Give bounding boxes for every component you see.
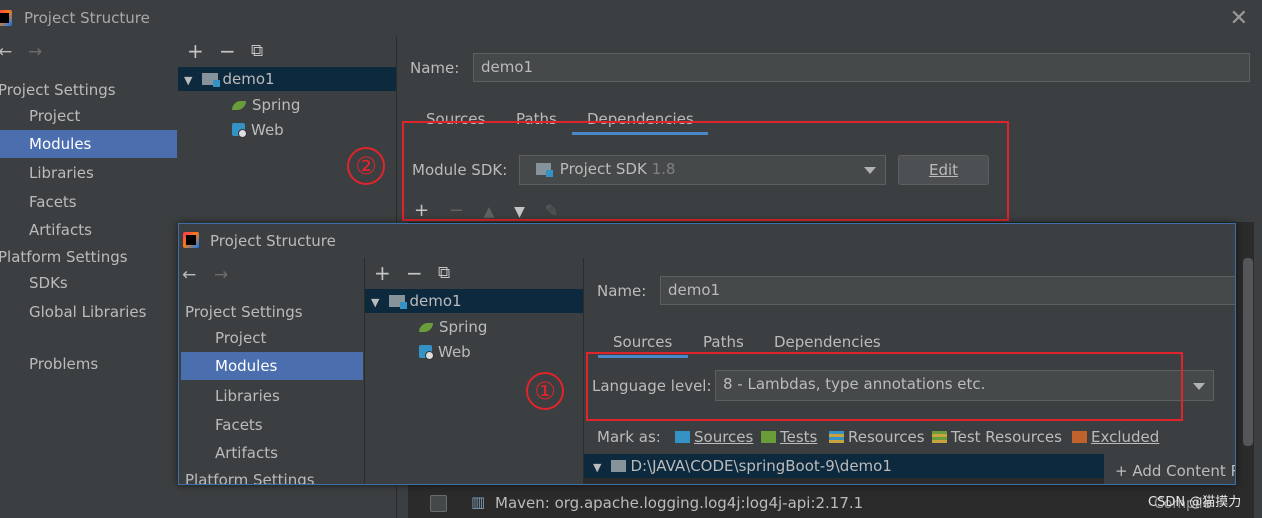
watermark: CSDN @猫摸力 <box>1148 495 1242 510</box>
nav-item-project[interactable]: Project <box>181 324 363 352</box>
mark-excluded-button[interactable]: Excluded <box>1072 428 1159 446</box>
tab-sources[interactable]: Sources <box>613 333 672 351</box>
remove-icon[interactable]: − <box>406 263 423 283</box>
tree-item-label: Spring <box>439 318 488 336</box>
tree-item-demo1[interactable]: ▼ demo1 <box>365 289 583 313</box>
annotation-box-2 <box>402 121 1009 221</box>
mark-resources-label: Resources <box>848 428 925 446</box>
tree-item-label: demo1 <box>409 292 462 310</box>
tests-folder-icon <box>761 431 776 443</box>
nav-item-global-libraries[interactable]: Global Libraries <box>29 298 146 326</box>
mark-as-label: Mark as: <box>597 428 661 446</box>
module-folder-icon <box>389 295 408 309</box>
content-root-row[interactable]: ▼ D:\JAVA\CODE\springBoot-9\demo1 <box>584 454 1104 478</box>
platform-settings-header: Platform Settings <box>0 248 128 266</box>
platform-settings-header: Platform Settings <box>185 471 315 485</box>
tree-item-demo1[interactable]: ▼ demo1 <box>178 67 396 91</box>
chevron-down-icon[interactable]: ▼ <box>184 74 192 87</box>
annotation-circle-2: ② <box>347 147 385 185</box>
resources-folder-icon <box>829 431 844 443</box>
spring-leaf-icon <box>232 101 246 110</box>
sources-folder-icon <box>675 431 690 443</box>
tree-item-label: Web <box>438 343 471 361</box>
mark-resources-button[interactable]: Resources <box>829 428 925 446</box>
tree-item-spring[interactable]: Spring <box>232 93 300 117</box>
module-tree-pane: + − ⧉ ▼ demo1 Spring Web <box>364 258 584 484</box>
tab-dependencies[interactable]: Dependencies <box>774 333 881 351</box>
tree-item-label: Spring <box>252 96 301 114</box>
back-arrow-icon[interactable]: ← <box>0 42 12 62</box>
dependency-name: Maven: org.apache.logging.log4j:log4j-ap… <box>495 494 864 512</box>
tree-item-label: Web <box>251 121 284 139</box>
folder-icon <box>611 460 627 472</box>
chevron-down-icon[interactable]: ▼ <box>371 296 379 309</box>
project-settings-header: Project Settings <box>185 303 303 321</box>
front-titlebar: Project Structure <box>179 224 1235 258</box>
mark-excluded-label: Excluded <box>1091 428 1160 446</box>
annotation-box-1 <box>586 352 1183 421</box>
nav-item-project[interactable]: Project <box>0 102 177 130</box>
tree-item-spring[interactable]: Spring <box>419 315 487 339</box>
add-content-root-button[interactable]: + Add Content R <box>1115 462 1235 480</box>
window-title: Project Structure <box>210 232 336 250</box>
mark-tests-label: Tests <box>780 428 818 446</box>
nav-item-facets[interactable]: Facets <box>0 188 177 216</box>
web-module-icon <box>419 345 434 360</box>
nav-item-problems[interactable]: Problems <box>29 350 98 378</box>
nav-item-artifacts[interactable]: Artifacts <box>181 439 363 467</box>
mark-sources-button[interactable]: Sources <box>675 428 753 446</box>
nav-item-artifacts[interactable]: Artifacts <box>0 216 177 244</box>
scrollbar-thumb[interactable] <box>1243 258 1253 446</box>
chevron-down-icon[interactable]: ▼ <box>593 461 601 474</box>
nav-item-modules[interactable]: Modules <box>181 352 363 380</box>
test-resources-folder-icon <box>932 431 947 443</box>
add-icon[interactable]: + <box>187 41 204 61</box>
checkbox[interactable] <box>430 495 447 512</box>
mark-test-resources-label: Test Resources <box>951 428 1062 446</box>
nav-item-sdks[interactable]: SDKs <box>29 269 68 297</box>
back-arrow-icon[interactable]: ← <box>182 265 196 285</box>
name-field[interactable]: demo1 <box>660 276 1235 305</box>
copy-icon[interactable]: ⧉ <box>438 263 450 283</box>
window-title: Project Structure <box>24 9 150 27</box>
spring-leaf-icon <box>419 323 433 332</box>
remove-icon[interactable]: − <box>219 41 236 61</box>
intellij-icon <box>183 232 199 248</box>
nav-item-libraries[interactable]: Libraries <box>181 382 363 410</box>
tab-paths[interactable]: Paths <box>703 333 744 351</box>
copy-icon[interactable]: ⧉ <box>251 41 263 61</box>
nav-item-facets[interactable]: Facets <box>181 411 363 439</box>
name-label: Name: <box>597 282 647 300</box>
web-module-icon <box>232 123 247 138</box>
nav-item-modules[interactable]: Modules <box>0 130 177 158</box>
intellij-icon <box>0 10 12 26</box>
mark-sources-label: Sources <box>694 428 754 446</box>
content-root-path: D:\JAVA\CODE\springBoot-9\demo1 <box>630 457 892 475</box>
forward-arrow-icon[interactable]: → <box>214 265 228 285</box>
nav-item-libraries[interactable]: Libraries <box>0 159 177 187</box>
close-icon[interactable]: ✕ <box>1230 6 1248 31</box>
tree-item-web[interactable]: Web <box>419 340 471 364</box>
back-titlebar: Project Structure ✕ <box>0 0 1262 36</box>
module-folder-icon <box>202 73 221 87</box>
add-icon[interactable]: + <box>374 263 391 283</box>
tree-item-web[interactable]: Web <box>232 118 284 142</box>
maven-library-icon: ▥ <box>471 493 486 511</box>
mark-tests-button[interactable]: Tests <box>761 428 817 446</box>
annotation-circle-1: ① <box>526 372 564 410</box>
name-field[interactable]: demo1 <box>473 53 1250 82</box>
tree-item-label: demo1 <box>222 70 275 88</box>
mark-test-resources-button[interactable]: Test Resources <box>932 428 1062 446</box>
name-label: Name: <box>410 59 460 77</box>
excluded-folder-icon <box>1072 431 1087 443</box>
project-settings-header: Project Settings <box>0 81 116 99</box>
dependency-row[interactable]: ▥ Maven: org.apache.logging.log4j:log4j-… <box>408 490 1254 518</box>
forward-arrow-icon[interactable]: → <box>28 42 42 62</box>
chevron-down-icon[interactable] <box>1193 383 1205 390</box>
